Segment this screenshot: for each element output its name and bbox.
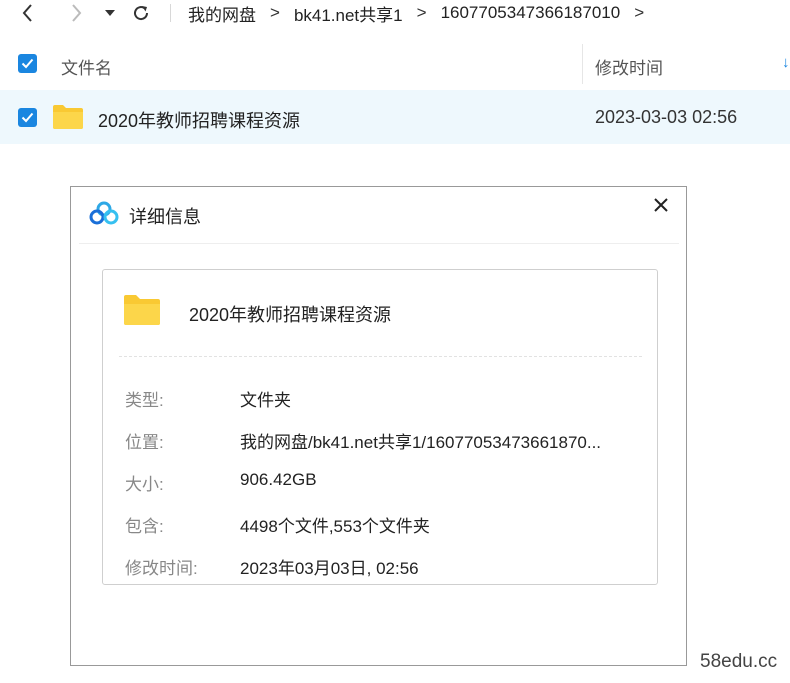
- checkmark-icon: [21, 58, 34, 69]
- property-label-location: 位置:: [125, 433, 164, 452]
- column-header-modified[interactable]: 修改时间: [595, 54, 663, 79]
- cloud-logo-icon: [89, 201, 119, 225]
- toolbar-divider: [170, 4, 171, 22]
- breadcrumb-separator[interactable]: >: [634, 3, 644, 23]
- forward-button[interactable]: [62, 0, 90, 26]
- breadcrumb-item-share[interactable]: bk41.net共享1: [294, 1, 403, 26]
- file-modified-time: 2023-03-03 02:56: [595, 107, 738, 127]
- column-header-name[interactable]: 文件名: [61, 54, 112, 79]
- property-label-type: 类型:: [125, 391, 164, 410]
- file-name: 2020年教师招聘课程资源: [98, 111, 301, 131]
- refresh-button[interactable]: [128, 0, 154, 26]
- property-label-size: 大小:: [125, 475, 164, 494]
- refresh-icon: [134, 6, 149, 21]
- folder-icon: [53, 105, 83, 129]
- history-dropdown-button[interactable]: [100, 0, 120, 26]
- details-dialog: 详细信息 2020年教师招聘课程资源 类型: 文件夹 位置: 我的网盘/bk41…: [70, 186, 687, 666]
- toolbar: 我的网盘 > bk41.net共享1 > 1607705347366187010…: [0, 0, 790, 26]
- detail-item-name: 2020年教师招聘课程资源: [189, 305, 392, 325]
- folder-icon: [124, 295, 160, 325]
- chevron-left-icon: [22, 4, 32, 22]
- checkmark-icon: [21, 112, 34, 123]
- list-header: 文件名 修改时间 ↓: [0, 44, 790, 84]
- property-value-contains: 4498个文件,553个文件夹: [240, 517, 430, 536]
- table-row[interactable]: 2020年教师招聘课程资源 2023-03-03 02:56: [0, 90, 790, 144]
- caret-down-icon: [105, 10, 115, 16]
- chevron-right-icon: [72, 4, 82, 22]
- dialog-title: 详细信息: [129, 207, 201, 227]
- breadcrumb-separator: >: [270, 3, 280, 22]
- breadcrumb-item-root[interactable]: 我的网盘: [188, 1, 256, 26]
- property-value-location[interactable]: 我的网盘/bk41.net共享1/16077053473661870...: [240, 428, 601, 453]
- close-button[interactable]: [649, 193, 673, 217]
- back-button[interactable]: [14, 0, 42, 26]
- breadcrumb: 我的网盘 > bk41.net共享1 > 1607705347366187010…: [188, 0, 658, 26]
- property-value-size: 906.42GB: [240, 470, 317, 489]
- sort-arrow-icon[interactable]: ↓: [782, 54, 790, 71]
- breadcrumb-separator: >: [416, 3, 427, 22]
- property-value-modified: 2023年03月03日, 02:56: [240, 559, 419, 578]
- dialog-header-divider: [79, 243, 679, 244]
- select-all-checkbox[interactable]: [18, 54, 37, 73]
- close-icon: [654, 198, 668, 212]
- property-value-type: 文件夹: [240, 391, 291, 410]
- breadcrumb-item-folder[interactable]: 1607705347366187010: [441, 3, 621, 23]
- details-card: 2020年教师招聘课程资源 类型: 文件夹 位置: 我的网盘/bk41.net共…: [102, 269, 658, 585]
- column-divider[interactable]: [582, 44, 583, 84]
- row-checkbox[interactable]: [18, 108, 37, 127]
- property-label-modified: 修改时间:: [125, 559, 198, 578]
- watermark: 58edu.cc: [700, 651, 778, 672]
- property-label-contains: 包含:: [125, 517, 164, 536]
- card-divider: [119, 356, 642, 357]
